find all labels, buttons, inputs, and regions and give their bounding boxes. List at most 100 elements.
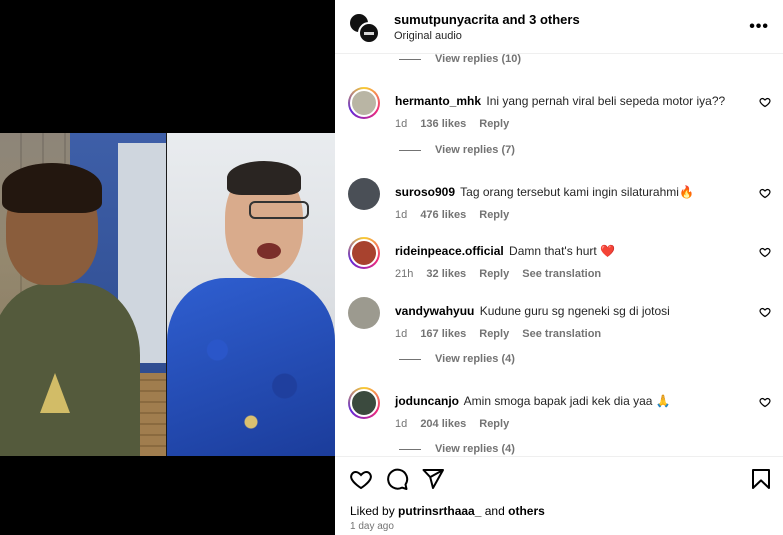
post-authors: sumutpunyacrita and 3 others [394, 12, 580, 27]
comment-body: rideinpeace.official Damn that's hurt ❤️ [395, 244, 745, 258]
view-replies-label: View replies (7) [435, 144, 515, 156]
reply-button[interactable]: Reply [479, 418, 509, 430]
reply-button[interactable]: Reply [479, 268, 509, 280]
comment-meta: 1d 136 likes Reply [395, 118, 519, 130]
person-hair [2, 163, 102, 213]
comment-body: vandywahyuu Kudune guru sg ngeneki sg di… [395, 304, 745, 318]
heart-icon[interactable] [349, 467, 373, 491]
comment-body: joduncanjo Amin smoga bapak jadi kek dia… [395, 394, 745, 408]
comment-username[interactable]: joduncanjo [395, 394, 459, 408]
comment-text: Kudune guru sg ngeneki sg di jotosi [479, 304, 670, 318]
comment-body: suroso909 Tag orang tersebut kami ingin … [395, 185, 745, 199]
comments-list[interactable]: View replies (10) hermanto_mhk Ini yang … [335, 54, 783, 456]
comment-icon[interactable] [385, 467, 409, 491]
reply-button[interactable]: Reply [479, 209, 509, 221]
bookmark-icon[interactable] [749, 467, 773, 491]
avatar[interactable] [348, 237, 380, 269]
coauthors-link[interactable]: and 3 others [502, 12, 579, 27]
divider [399, 58, 421, 60]
comment-meta: 1d 204 likes Reply [395, 418, 519, 430]
like-comment-icon[interactable] [759, 96, 771, 108]
post-header: sumutpunyacrita and 3 others Original au… [335, 0, 783, 54]
comment-item: rideinpeace.official Damn that's hurt ❤️… [335, 237, 783, 287]
reply-button[interactable]: Reply [479, 118, 509, 130]
view-replies-label: View replies (10) [435, 54, 522, 65]
comment-body: hermanto_mhk Ini yang pernah viral beli … [395, 94, 745, 108]
comment-item: vandywahyuu Kudune guru sg ngeneki sg di… [335, 297, 783, 347]
pray-emoji: 🙏 [655, 394, 671, 408]
comment-text: Ini yang pernah viral beli sepeda motor … [486, 94, 726, 108]
view-replies-label: View replies (4) [435, 443, 515, 455]
comment-username[interactable]: hermanto_mhk [395, 94, 481, 108]
person-body [0, 283, 140, 456]
like-comment-icon[interactable] [759, 306, 771, 318]
more-options-icon[interactable]: ••• [749, 18, 769, 36]
avatar-image [350, 89, 378, 117]
like-comment-icon[interactable] [759, 246, 771, 258]
comment-likes[interactable]: 167 likes [420, 328, 466, 340]
video-frame-left [0, 133, 166, 456]
fire-emoji: 🔥 [678, 185, 694, 199]
comment-age: 1d [395, 418, 408, 430]
person-glasses [249, 201, 309, 219]
avatar[interactable] [348, 387, 380, 419]
see-translation-button[interactable]: See translation [522, 268, 601, 280]
comment-item: joduncanjo Amin smoga bapak jadi kek dia… [335, 387, 783, 437]
comment-item: suroso909 Tag orang tersebut kami ingin … [335, 178, 783, 228]
divider [399, 448, 421, 450]
person-mouth [257, 243, 281, 259]
avatar [358, 22, 380, 44]
person-hair [227, 161, 301, 195]
comment-meta: 21h 32 likes Reply See translation [395, 268, 611, 280]
view-replies-label: View replies (4) [435, 353, 515, 365]
avatar[interactable] [348, 178, 380, 210]
comment-item: hermanto_mhk Ini yang pernah viral beli … [335, 87, 783, 137]
divider [399, 149, 421, 151]
send-icon[interactable] [421, 467, 445, 491]
liked-by-suffix: and [484, 504, 505, 518]
view-replies-button[interactable]: View replies (10) [399, 54, 521, 65]
comment-age: 1d [395, 209, 408, 221]
liked-by-user[interactable]: putrinsrthaaa_ [398, 504, 481, 518]
view-replies-button[interactable]: View replies (4) [399, 443, 515, 455]
see-translation-button[interactable]: See translation [522, 328, 601, 340]
liked-by-others[interactable]: others [508, 504, 545, 518]
comment-likes[interactable]: 476 likes [420, 209, 466, 221]
comment-username[interactable]: suroso909 [395, 185, 455, 199]
comment-username[interactable]: rideinpeace.official [395, 244, 504, 258]
video-frame-right [167, 133, 335, 456]
divider [399, 358, 421, 360]
comment-meta: 1d 476 likes Reply [395, 209, 519, 221]
reply-button[interactable]: Reply [479, 328, 509, 340]
comment-text: Amin smoga bapak jadi kek dia yaa [463, 394, 653, 408]
like-comment-icon[interactable] [759, 187, 771, 199]
comment-likes[interactable]: 136 likes [420, 118, 466, 130]
avatar-image [350, 389, 378, 417]
comment-age: 1d [395, 328, 408, 340]
like-comment-icon[interactable] [759, 396, 771, 408]
avatar-image [350, 239, 378, 267]
comment-likes[interactable]: 32 likes [426, 268, 466, 280]
post-timestamp[interactable]: 1 day ago [350, 521, 394, 532]
comment-text: Damn that's hurt [509, 244, 597, 258]
heart-emoji: ❤️ [600, 244, 616, 258]
collab-avatars[interactable] [348, 12, 380, 44]
comment-age: 21h [395, 268, 414, 280]
comment-username[interactable]: vandywahyuu [395, 304, 474, 318]
avatar[interactable] [348, 87, 380, 119]
comment-meta: 1d 167 likes Reply See translation [395, 328, 611, 340]
view-replies-button[interactable]: View replies (4) [399, 353, 515, 365]
audio-link[interactable]: Original audio [394, 30, 462, 42]
post-actions-bar: Liked by putrinsrthaaa_ and others 1 day… [335, 456, 783, 535]
liked-by-prefix: Liked by [350, 504, 395, 518]
person-shirt [167, 278, 335, 456]
comment-age: 1d [395, 118, 408, 130]
post-side-panel: sumutpunyacrita and 3 others Original au… [335, 0, 783, 535]
comment-likes[interactable]: 204 likes [420, 418, 466, 430]
comment-text: Tag orang tersebut kami ingin silaturahm… [460, 185, 679, 199]
view-replies-button[interactable]: View replies (7) [399, 144, 515, 156]
video-player[interactable] [0, 0, 335, 535]
author-username[interactable]: sumutpunyacrita [394, 12, 499, 27]
liked-by: Liked by putrinsrthaaa_ and others [350, 504, 545, 518]
avatar[interactable] [348, 297, 380, 329]
